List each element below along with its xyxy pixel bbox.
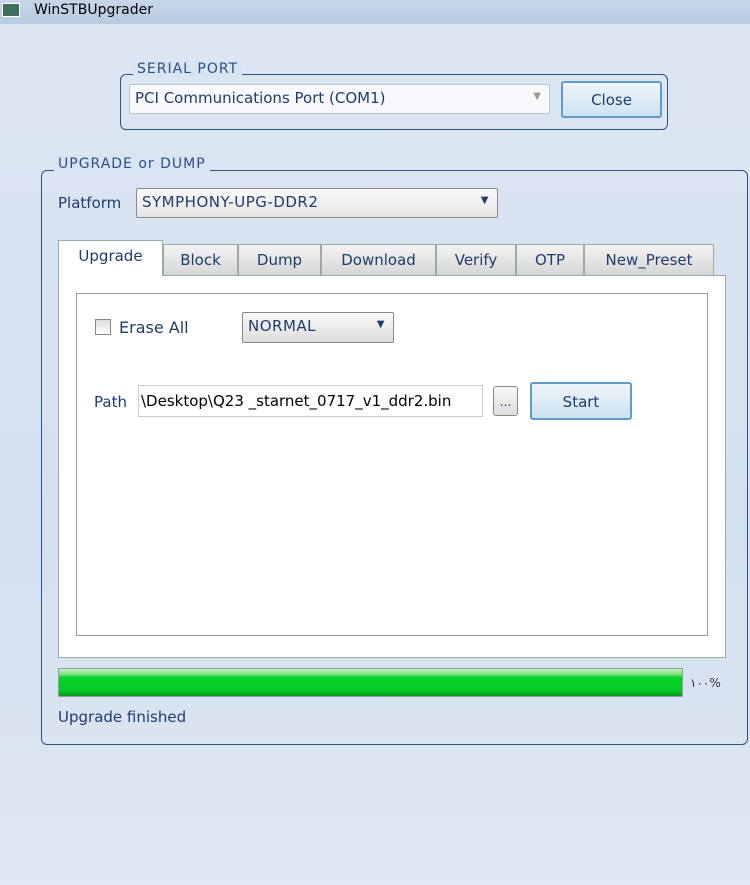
serial-port-legend: SERIAL PORT [133, 61, 243, 77]
upgrade-dump-legend: UPGRADE or DUMP [54, 156, 210, 172]
tab-verify[interactable]: Verify [436, 244, 516, 276]
platform-label: Platform [58, 194, 122, 212]
erase-all-checkbox[interactable] [95, 319, 111, 335]
path-input[interactable]: \Desktop\Q23 _starnet_0717_v1_ddr2.bin [138, 385, 483, 417]
tab-upgrade[interactable]: Upgrade [58, 240, 163, 276]
tab-block[interactable]: Block [163, 244, 238, 276]
chevron-down-icon: ▼ [533, 91, 541, 102]
chevron-down-icon: ▼ [480, 195, 489, 206]
app-icon [2, 3, 20, 17]
browse-button[interactable]: ... [493, 386, 518, 416]
tab-dump[interactable]: Dump [238, 244, 321, 276]
path-label: Path [94, 393, 127, 411]
mode-select[interactable]: NORMAL ▼ [242, 312, 394, 343]
mode-value: NORMAL [248, 317, 317, 335]
title-bar: WinSTBUpgrader [0, 0, 750, 24]
upgrade-content [76, 293, 708, 636]
platform-value: SYMPHONY-UPG-DDR2 [142, 193, 319, 211]
tab-otp[interactable]: OTP [516, 244, 584, 276]
tab-new-preset[interactable]: New_Preset [584, 244, 714, 276]
close-button[interactable]: Close [561, 81, 662, 118]
progress-fill [59, 669, 682, 696]
serial-port-select[interactable]: PCI Communications Port (COM1) ▼ [129, 84, 550, 114]
erase-all-label: Erase All [119, 318, 189, 337]
progress-percent: ۱۰۰% [690, 676, 721, 690]
chevron-down-icon: ▼ [376, 319, 385, 330]
start-button[interactable]: Start [530, 382, 632, 420]
tab-download[interactable]: Download [321, 244, 436, 276]
status-text: Upgrade finished [58, 708, 187, 726]
window-title: WinSTBUpgrader [34, 2, 153, 18]
serial-port-value: PCI Communications Port (COM1) [135, 89, 386, 107]
platform-select[interactable]: SYMPHONY-UPG-DDR2 ▼ [136, 188, 498, 218]
progress-bar [58, 668, 683, 697]
